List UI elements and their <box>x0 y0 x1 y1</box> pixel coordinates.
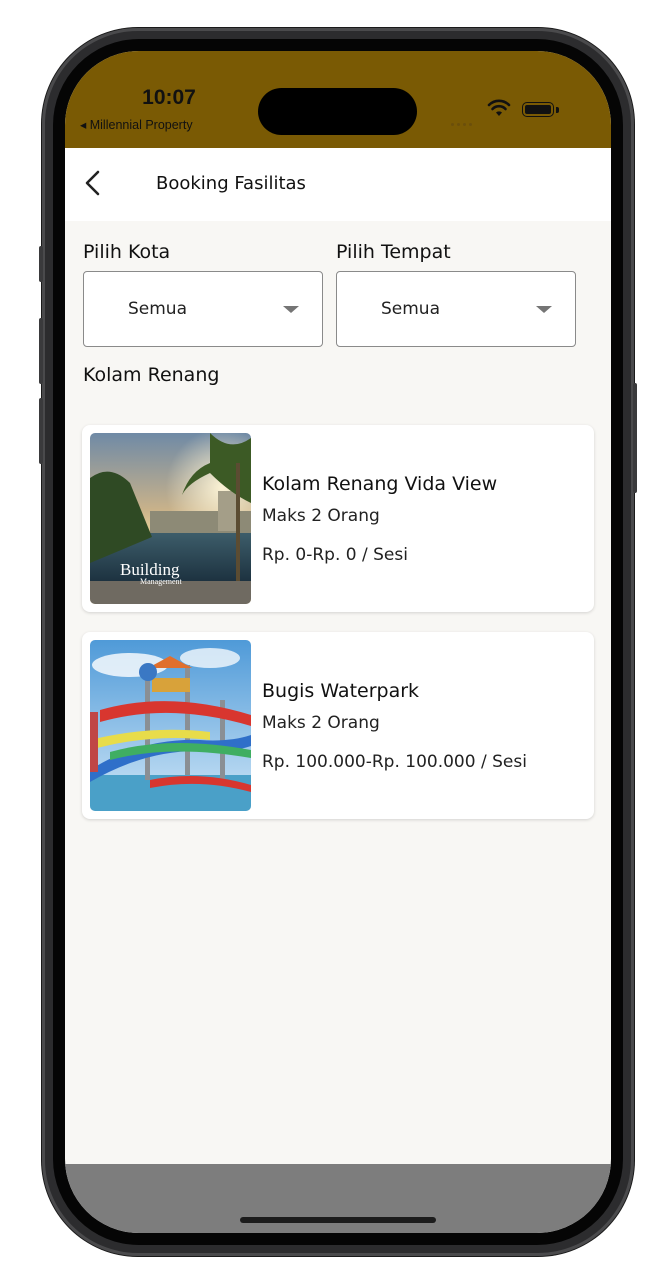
phone-frame: 10:07 ◂ Millennial Property Booking Fasi… <box>39 28 637 1256</box>
facility-capacity: Maks 2 Orang <box>262 713 380 733</box>
status-time: 10:07 <box>142 86 196 109</box>
back-to-app-link[interactable]: ◂ Millennial Property <box>80 117 193 132</box>
power-button <box>633 383 637 493</box>
dropdown-arrow-icon <box>283 306 299 313</box>
city-filter-label: Pilih Kota <box>83 241 171 263</box>
facility-name: Kolam Renang Vida View <box>262 473 498 495</box>
city-dropdown[interactable]: Semua <box>83 271 323 347</box>
place-filter-label: Pilih Tempat <box>336 241 451 263</box>
cellular-icon <box>451 111 475 130</box>
volume-up-button <box>39 318 43 384</box>
place-dropdown-value: Semua <box>381 299 441 319</box>
svg-text:Management: Management <box>140 577 183 586</box>
page-title: Booking Fasilitas <box>156 173 306 194</box>
wifi-icon <box>487 99 511 116</box>
place-dropdown[interactable]: Semua <box>336 271 576 347</box>
facility-image-pool: Building Management <box>90 433 251 604</box>
facility-card[interactable]: Building Management Kolam Renang Vida Vi… <box>82 425 594 612</box>
facility-capacity: Maks 2 Orang <box>262 506 380 526</box>
volume-down-button <box>39 398 43 464</box>
dropdown-arrow-icon <box>536 306 552 313</box>
section-title: Kolam Renang <box>83 364 220 386</box>
facility-price: Rp. 0-Rp. 0 / Sesi <box>262 545 408 565</box>
battery-tip <box>556 107 559 113</box>
app-bar: Booking Fasilitas <box>65 148 611 221</box>
facility-price: Rp. 100.000-Rp. 100.000 / Sesi <box>262 752 527 772</box>
mute-switch <box>39 246 43 282</box>
facility-name: Bugis Waterpark <box>262 680 420 702</box>
home-indicator[interactable] <box>240 1217 436 1223</box>
facility-image-waterpark <box>90 640 251 811</box>
facility-card[interactable]: Bugis Waterpark Maks 2 Orang Rp. 100.000… <box>82 632 594 819</box>
dynamic-island <box>258 88 417 135</box>
screen: 10:07 ◂ Millennial Property Booking Fasi… <box>65 51 611 1233</box>
city-dropdown-value: Semua <box>128 299 188 319</box>
battery-icon <box>522 102 554 117</box>
status-bar: 10:07 ◂ Millennial Property <box>65 51 611 148</box>
back-arrow-icon[interactable] <box>79 168 109 198</box>
